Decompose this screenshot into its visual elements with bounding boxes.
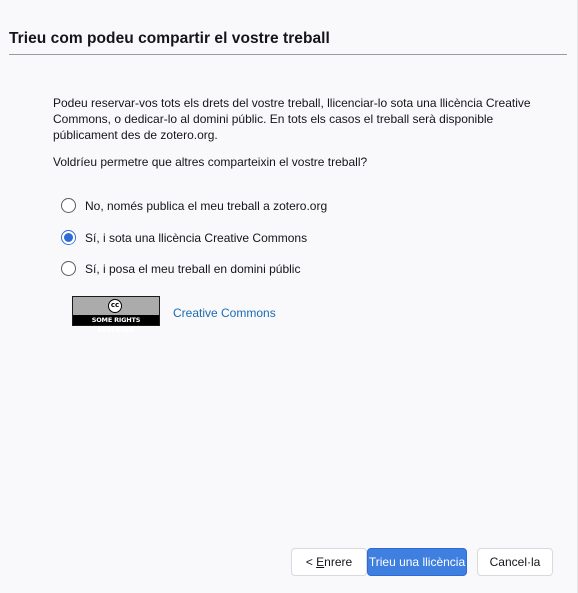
radio-button-selected[interactable] <box>61 230 76 245</box>
radio-label: Sí, i sota una llicència Creative Common… <box>85 230 308 245</box>
creative-commons-link[interactable]: Creative Commons <box>173 306 276 320</box>
radio-option-public-domain[interactable]: Sí, i posa el meu treball en domini públ… <box>61 261 300 276</box>
radio-label: Sí, i posa el meu treball en domini públ… <box>85 261 301 276</box>
radio-option-creative-commons[interactable]: Sí, i sota una llicència Creative Common… <box>61 230 307 245</box>
back-prefix: < <box>305 555 317 569</box>
sharing-question: Voldríeu permetre que altres comparteixi… <box>53 155 368 169</box>
radio-option-no-sharing[interactable]: No, només publica el meu treball a zoter… <box>61 198 327 213</box>
radio-button[interactable] <box>61 261 76 276</box>
back-accesskey: E <box>316 555 325 569</box>
cc-logo-icon: cc <box>108 299 122 313</box>
choose-license-button[interactable]: Trieu una llicència <box>367 548 467 576</box>
cc-badge-caption: SOME RIGHTS RESERVED <box>73 315 159 334</box>
page-title: Trieu com podeu compartir el vostre treb… <box>9 30 330 47</box>
back-button[interactable]: < Enrere <box>291 548 367 576</box>
back-label-rest: nrere <box>324 555 353 569</box>
cc-license-badge-icon[interactable]: cc SOME RIGHTS RESERVED <box>72 296 160 334</box>
radio-button[interactable] <box>61 198 76 213</box>
description-text: Podeu reservar-vos tots els drets del vo… <box>53 96 531 142</box>
title-divider <box>9 54 567 55</box>
radio-label: No, només publica el meu treball a zoter… <box>85 198 328 213</box>
cancel-button[interactable]: Cancel·la <box>477 548 553 576</box>
dialog-window: Trieu com podeu compartir el vostre treb… <box>0 0 578 593</box>
